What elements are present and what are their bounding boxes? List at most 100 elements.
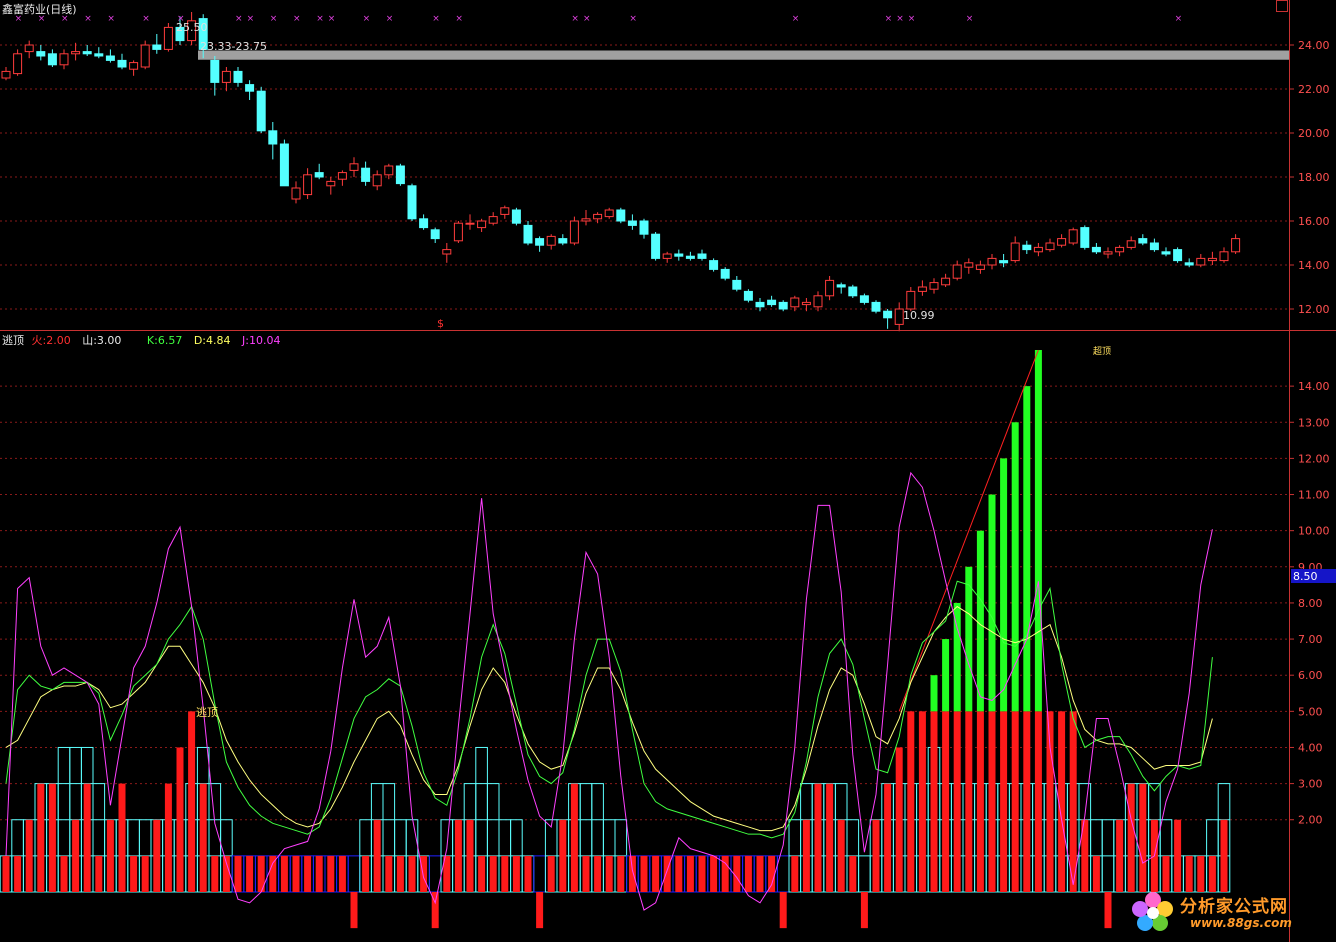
candle-body (1149, 242, 1159, 251)
candle-body (511, 209, 521, 224)
fire-bar (547, 855, 555, 892)
fire-bar (164, 783, 172, 892)
fire-bar (976, 711, 984, 892)
candle-body (349, 163, 359, 171)
fire-bar (489, 855, 497, 892)
candle-body (384, 165, 394, 176)
fire-bar (280, 855, 288, 892)
indicator-tick-label: 14.00 (1298, 380, 1330, 393)
fire-bar (1197, 855, 1205, 892)
candle-body (372, 174, 382, 187)
candle-body (546, 235, 556, 246)
fire-bar (48, 783, 56, 892)
chart-canvas: 24.0022.0020.0018.0016.0014.0012.00 × × × ×… (0, 0, 1336, 942)
signal-x-marker: × (107, 14, 115, 24)
candle-body (952, 264, 962, 279)
candle-body (859, 295, 869, 303)
fire-bar (1092, 855, 1100, 892)
fire-bar (106, 819, 114, 892)
indicator-axis: 14.0013.0012.0011.0010.009.008.007.006.0… (1289, 380, 1330, 827)
indicator-tick-label: 10.00 (1298, 525, 1330, 538)
fire-bar (826, 783, 834, 892)
fire-bar (420, 855, 428, 892)
candle-body (1115, 246, 1125, 253)
top-signal-bar (1000, 458, 1008, 712)
candle-body (221, 70, 231, 83)
fire-bar (385, 855, 393, 892)
fire-bar-negative (779, 892, 787, 929)
top-high-label: 25.50 (176, 21, 208, 34)
fire-bar (338, 855, 346, 892)
fire-bar (269, 855, 277, 892)
indicator-lines (5, 471, 1213, 911)
fire-bar (130, 855, 138, 892)
fire-bar (942, 711, 950, 892)
candle-body (82, 51, 92, 55)
top-range-label: 23.33-23.75 (200, 40, 267, 53)
candle-body (755, 301, 765, 308)
candle-body (477, 220, 487, 229)
candle-body (999, 260, 1009, 264)
candle-body (47, 53, 57, 66)
signal-x-marker: × (363, 14, 371, 24)
signal-x-marker: × (455, 14, 463, 24)
candle-body (13, 53, 23, 75)
fire-bar (756, 855, 764, 892)
indicator-name: 逃顶 (2, 334, 24, 347)
signal-x-marker: × (293, 14, 301, 24)
fire-bar (965, 711, 973, 892)
top-low-label: 10.99 (903, 309, 935, 322)
candle-body (767, 299, 777, 306)
fire-bar (292, 855, 300, 892)
candle-body (627, 220, 637, 226)
candle-body (129, 62, 139, 70)
fire-bar (512, 855, 520, 892)
mountain-bar (858, 855, 871, 893)
fire-bar (918, 711, 926, 892)
price-tick-label: 24.00 (1298, 39, 1330, 52)
candle-body (1231, 238, 1241, 253)
candle-body (523, 224, 533, 244)
fire-bar (895, 747, 903, 892)
signal-x-marker: × (966, 14, 974, 24)
candle-body (453, 222, 463, 242)
candle-body (964, 262, 974, 268)
signal-x-marker: × (896, 14, 904, 24)
corner-button[interactable] (1276, 0, 1288, 12)
top-signal-bar (930, 675, 938, 712)
signal-dollar-glyph: $ (437, 317, 444, 330)
candle-body (604, 209, 614, 218)
candle-body (975, 264, 985, 270)
fire-bar (802, 819, 810, 892)
fire-bar (663, 855, 671, 892)
fire-bar (1139, 783, 1147, 892)
fire-bar (640, 855, 648, 892)
flower-logo-icon (1132, 892, 1173, 931)
candle-body (836, 284, 846, 288)
candle-body (929, 282, 939, 290)
line-k (5, 580, 1213, 839)
price-band (198, 50, 1289, 60)
candle-body (430, 229, 440, 240)
candle-body (36, 51, 46, 57)
fire-bar (118, 783, 126, 892)
signal-x-marker: × (235, 14, 243, 24)
candle-body (906, 290, 916, 310)
fire-bar (791, 855, 799, 892)
signal-x-marker: × (328, 14, 336, 24)
fire-bar (1174, 819, 1182, 892)
candle-body (569, 220, 579, 244)
price-tick-label: 20.00 (1298, 127, 1330, 140)
fire-bar (710, 855, 718, 892)
fire-bar (930, 711, 938, 892)
signal-x-marker: × (386, 14, 394, 24)
fire-bar (362, 855, 370, 892)
candle-body (105, 55, 115, 61)
candle-body (1080, 227, 1090, 248)
fire-bar (141, 855, 149, 892)
watermark-url: www.88gs.com (1190, 916, 1292, 930)
fire-bar (396, 855, 404, 892)
candle-body (268, 130, 278, 145)
candle-body (1068, 229, 1078, 244)
fire-bar (211, 855, 219, 892)
